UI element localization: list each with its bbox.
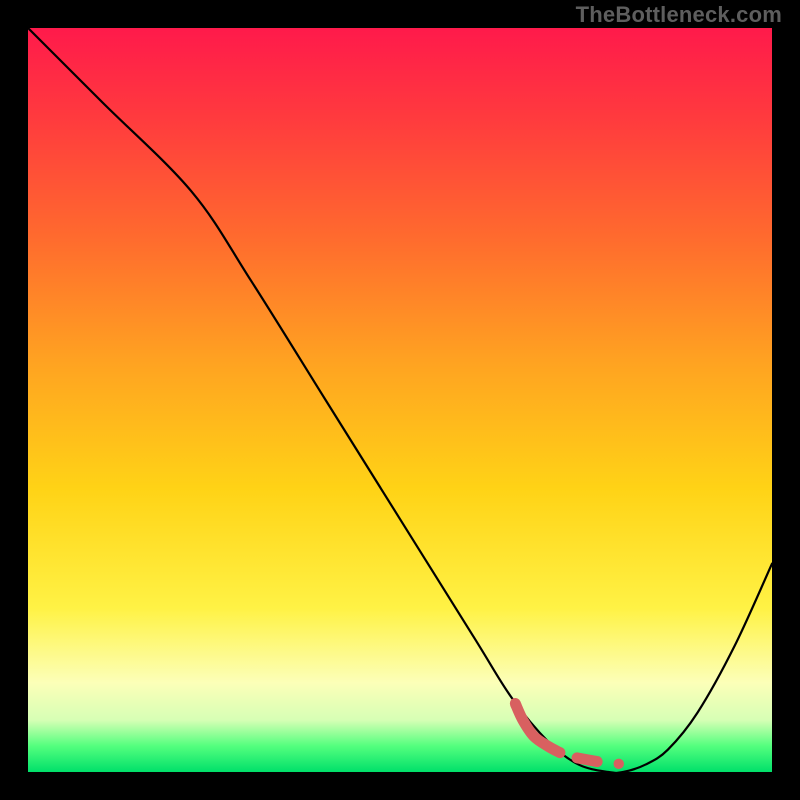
watermark-text: TheBottleneck.com bbox=[576, 2, 782, 28]
bottleneck-chart bbox=[28, 28, 772, 772]
